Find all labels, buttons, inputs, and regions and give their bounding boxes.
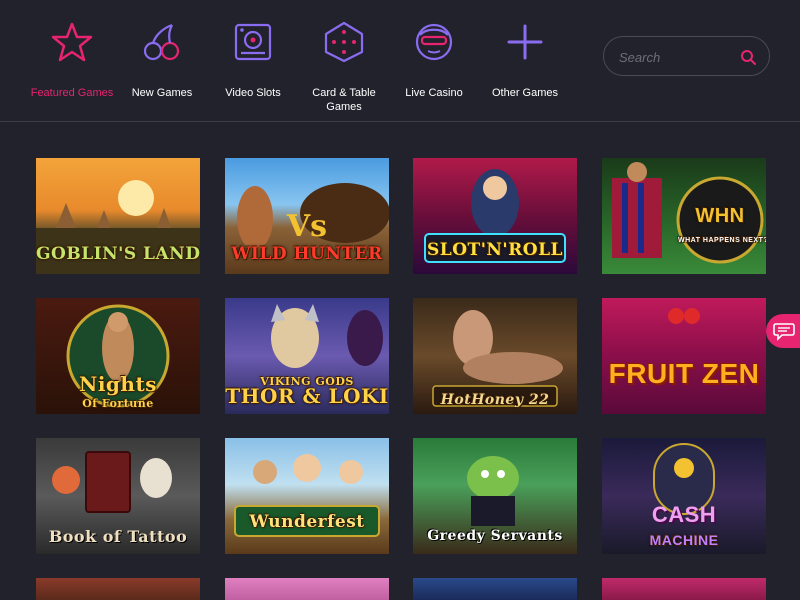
svg-text:Vs: Vs	[286, 209, 327, 244]
tile-artwork	[668, 308, 700, 324]
game-title: FRUIT ZEN	[608, 358, 760, 389]
game-tile-partial[interactable]	[36, 578, 200, 600]
game-tile-thor-loki[interactable]: VIKING GODS THOR & LOKI	[225, 298, 389, 414]
game-subtitle: MACHINE	[649, 532, 719, 548]
game-tile-book-of-tattoo[interactable]: Book of Tattoo	[36, 438, 200, 554]
game-title: Nights	[79, 372, 157, 396]
game-tile-wunderfest[interactable]: Wunderfest	[225, 438, 389, 554]
game-tile-cash-machine[interactable]: CASH MACHINE	[602, 438, 766, 554]
game-tile-partial[interactable]	[413, 578, 577, 600]
game-title: GOBLIN'S LAND	[36, 244, 200, 264]
game-subtitle: WHAT HAPPENS NEXT?	[678, 237, 766, 244]
game-subtitle: Of Fortune	[82, 397, 154, 410]
dice-icon	[324, 21, 364, 63]
category-label: Card & Table Games	[312, 87, 376, 113]
dealer-face-icon	[415, 23, 453, 61]
star-icon	[51, 22, 93, 62]
category-featured-games[interactable]: Featured Games	[27, 20, 117, 100]
game-title: SLOT'N'ROLL	[427, 240, 563, 260]
game-title: WILD HUNTER	[231, 244, 383, 264]
category-card-table-games[interactable]: Card & Table Games	[299, 20, 389, 114]
game-tile-partial[interactable]	[602, 578, 766, 600]
category-label: Other Games	[491, 87, 559, 99]
game-title: HotHoney 22	[440, 392, 550, 408]
game-title: WHN	[695, 205, 745, 227]
game-title: Greedy Servants	[427, 528, 563, 544]
plus-icon	[507, 24, 543, 60]
category-live-casino[interactable]: Live Casino	[389, 20, 479, 100]
game-tile-nights-of-fortune[interactable]: Nights Of Fortune	[36, 298, 200, 414]
game-tile-greedy-servants[interactable]: Greedy Servants	[413, 438, 577, 554]
category-new-games[interactable]: New Games	[117, 20, 207, 100]
game-tile-wild-hunter[interactable]: Vs WILD HUNTER	[225, 158, 389, 274]
top-navigation: Featured Games New Games Video Slots Car…	[0, 0, 800, 122]
live-chat-button[interactable]	[766, 314, 800, 348]
search-input[interactable]	[619, 47, 729, 67]
game-tile-goblins-land[interactable]: GOBLIN'S LAND	[36, 158, 200, 274]
category-label: Live Casino	[405, 87, 463, 99]
game-title: CASH	[651, 502, 717, 527]
game-title: Wunderfest	[249, 512, 365, 532]
game-title: THOR & LOKI	[225, 384, 389, 408]
search-icon[interactable]	[740, 49, 756, 65]
search-box	[603, 36, 770, 76]
category-other-games[interactable]: Other Games	[480, 20, 570, 100]
category-label: Video Slots	[225, 87, 281, 99]
game-tile-fruit-zen[interactable]: FRUIT ZEN	[602, 298, 766, 414]
cherries-icon	[143, 23, 180, 61]
game-tile-partial[interactable]	[225, 578, 389, 600]
tile-artwork	[234, 454, 380, 537]
slot-machine-icon	[234, 23, 272, 61]
game-tile-hothoney-22[interactable]: HotHoney 22	[413, 298, 577, 414]
category-video-slots[interactable]: Video Slots	[208, 20, 298, 100]
game-tile-slotnroll[interactable]: SLOT'N'ROLL	[413, 158, 577, 274]
game-title: Book of Tattoo	[48, 527, 188, 546]
category-label: Featured Games	[30, 87, 114, 99]
category-label: New Games	[131, 87, 193, 99]
game-tile-whn[interactable]: WHN WHAT HAPPENS NEXT?	[602, 158, 766, 274]
chat-bubble-icon	[773, 323, 795, 341]
